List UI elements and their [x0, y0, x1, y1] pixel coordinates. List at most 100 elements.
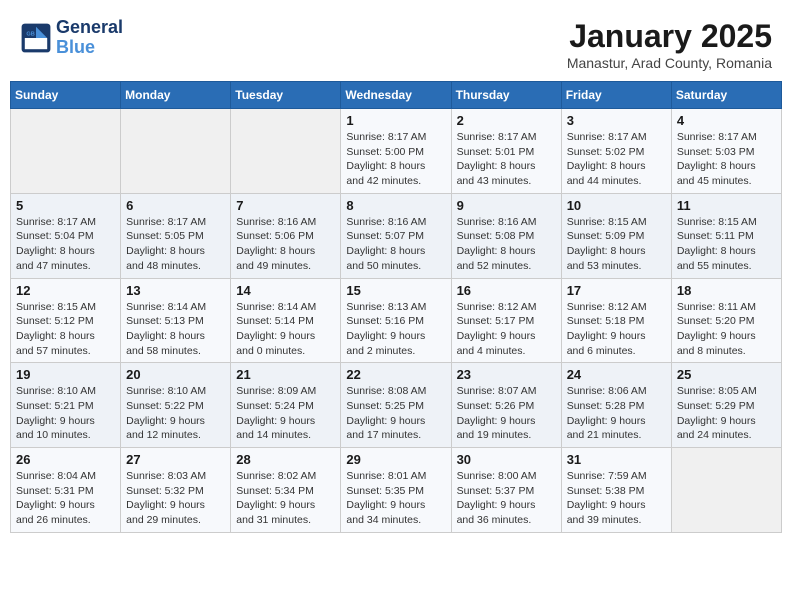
calendar-cell: 20 Sunrise: 8:10 AM Sunset: 5:22 PM Dayli… — [121, 363, 231, 448]
day-number: 24 — [567, 367, 666, 382]
day-info: Sunrise: 8:12 AM Sunset: 5:17 PM Dayligh… — [457, 300, 556, 359]
calendar-cell: 12 Sunrise: 8:15 AM Sunset: 5:12 PM Dayli… — [11, 278, 121, 363]
day-number: 2 — [457, 113, 556, 128]
day-number: 22 — [346, 367, 445, 382]
day-number: 12 — [16, 283, 115, 298]
calendar-cell: 17 Sunrise: 8:12 AM Sunset: 5:18 PM Dayli… — [561, 278, 671, 363]
calendar-cell: 15 Sunrise: 8:13 AM Sunset: 5:16 PM Dayli… — [341, 278, 451, 363]
day-number: 26 — [16, 452, 115, 467]
day-number: 14 — [236, 283, 335, 298]
day-number: 4 — [677, 113, 776, 128]
calendar-cell: 7 Sunrise: 8:16 AM Sunset: 5:06 PM Daylig… — [231, 193, 341, 278]
calendar-cell: 2 Sunrise: 8:17 AM Sunset: 5:01 PM Daylig… — [451, 109, 561, 194]
page-header: GB GeneralBlue January 2025 Manastur, Ar… — [10, 10, 782, 75]
day-number: 17 — [567, 283, 666, 298]
day-info: Sunrise: 8:17 AM Sunset: 5:03 PM Dayligh… — [677, 130, 776, 189]
day-info: Sunrise: 8:14 AM Sunset: 5:13 PM Dayligh… — [126, 300, 225, 359]
calendar-cell: 23 Sunrise: 8:07 AM Sunset: 5:26 PM Dayli… — [451, 363, 561, 448]
calendar-header: SundayMondayTuesdayWednesdayThursdayFrid… — [11, 82, 782, 109]
day-number: 29 — [346, 452, 445, 467]
calendar-cell — [231, 109, 341, 194]
calendar-cell: 3Sunrise: 8:17 AM Sunset: 5:02 PM Daylig… — [561, 109, 671, 194]
day-info: Sunrise: 8:04 AM Sunset: 5:31 PM Dayligh… — [16, 469, 115, 528]
calendar-table: SundayMondayTuesdayWednesdayThursdayFrid… — [10, 81, 782, 533]
calendar-cell: 16 Sunrise: 8:12 AM Sunset: 5:17 PM Dayli… — [451, 278, 561, 363]
day-info: Sunrise: 8:09 AM Sunset: 5:24 PM Dayligh… — [236, 384, 335, 443]
logo-text: GeneralBlue — [56, 18, 123, 58]
subtitle: Manastur, Arad County, Romania — [567, 55, 772, 71]
weekday-header-saturday: Saturday — [671, 82, 781, 109]
calendar-cell: 21 Sunrise: 8:09 AM Sunset: 5:24 PM Dayli… — [231, 363, 341, 448]
day-number: 10 — [567, 198, 666, 213]
day-number: 28 — [236, 452, 335, 467]
day-info: Sunrise: 8:00 AM Sunset: 5:37 PM Dayligh… — [457, 469, 556, 528]
day-number: 8 — [346, 198, 445, 213]
day-info: Sunrise: 8:17 AM Sunset: 5:00 PM Dayligh… — [346, 130, 445, 189]
calendar-cell: 25Sunrise: 8:05 AM Sunset: 5:29 PM Dayli… — [671, 363, 781, 448]
day-info: Sunrise: 8:11 AM Sunset: 5:20 PM Dayligh… — [677, 300, 776, 359]
day-info: Sunrise: 8:07 AM Sunset: 5:26 PM Dayligh… — [457, 384, 556, 443]
calendar-cell: 31 Sunrise: 7:59 AM Sunset: 5:38 PM Dayli… — [561, 448, 671, 533]
calendar-cell: 24Sunrise: 8:06 AM Sunset: 5:28 PM Dayli… — [561, 363, 671, 448]
day-info: Sunrise: 8:17 AM Sunset: 5:01 PM Dayligh… — [457, 130, 556, 189]
day-info: Sunrise: 8:17 AM Sunset: 5:04 PM Dayligh… — [16, 215, 115, 274]
logo: GB GeneralBlue — [20, 18, 123, 58]
day-info: Sunrise: 8:10 AM Sunset: 5:21 PM Dayligh… — [16, 384, 115, 443]
day-number: 23 — [457, 367, 556, 382]
day-number: 16 — [457, 283, 556, 298]
logo-icon: GB — [20, 22, 52, 54]
day-info: Sunrise: 8:15 AM Sunset: 5:11 PM Dayligh… — [677, 215, 776, 274]
day-number: 13 — [126, 283, 225, 298]
calendar-cell — [11, 109, 121, 194]
day-info: Sunrise: 8:15 AM Sunset: 5:12 PM Dayligh… — [16, 300, 115, 359]
calendar-cell: 8 Sunrise: 8:16 AM Sunset: 5:07 PM Daylig… — [341, 193, 451, 278]
day-number: 31 — [567, 452, 666, 467]
calendar-cell: 11 Sunrise: 8:15 AM Sunset: 5:11 PM Dayli… — [671, 193, 781, 278]
calendar-cell: 18 Sunrise: 8:11 AM Sunset: 5:20 PM Dayli… — [671, 278, 781, 363]
calendar-cell — [671, 448, 781, 533]
weekday-header-monday: Monday — [121, 82, 231, 109]
calendar-cell: 22Sunrise: 8:08 AM Sunset: 5:25 PM Dayli… — [341, 363, 451, 448]
weekday-header-wednesday: Wednesday — [341, 82, 451, 109]
day-info: Sunrise: 8:17 AM Sunset: 5:05 PM Dayligh… — [126, 215, 225, 274]
weekday-header-sunday: Sunday — [11, 82, 121, 109]
calendar-cell: 26 Sunrise: 8:04 AM Sunset: 5:31 PM Dayli… — [11, 448, 121, 533]
calendar-cell: 13 Sunrise: 8:14 AM Sunset: 5:13 PM Dayli… — [121, 278, 231, 363]
day-number: 30 — [457, 452, 556, 467]
day-info: Sunrise: 7:59 AM Sunset: 5:38 PM Dayligh… — [567, 469, 666, 528]
day-info: Sunrise: 8:15 AM Sunset: 5:09 PM Dayligh… — [567, 215, 666, 274]
day-number: 19 — [16, 367, 115, 382]
day-number: 20 — [126, 367, 225, 382]
calendar-cell: 29 Sunrise: 8:01 AM Sunset: 5:35 PM Dayli… — [341, 448, 451, 533]
day-info: Sunrise: 8:13 AM Sunset: 5:16 PM Dayligh… — [346, 300, 445, 359]
calendar-cell: 6Sunrise: 8:17 AM Sunset: 5:05 PM Daylig… — [121, 193, 231, 278]
day-number: 15 — [346, 283, 445, 298]
day-info: Sunrise: 8:14 AM Sunset: 5:14 PM Dayligh… — [236, 300, 335, 359]
day-info: Sunrise: 8:16 AM Sunset: 5:08 PM Dayligh… — [457, 215, 556, 274]
month-title: January 2025 — [567, 18, 772, 55]
calendar-cell: 9Sunrise: 8:16 AM Sunset: 5:08 PM Daylig… — [451, 193, 561, 278]
day-info: Sunrise: 8:16 AM Sunset: 5:06 PM Dayligh… — [236, 215, 335, 274]
day-number: 21 — [236, 367, 335, 382]
weekday-header-tuesday: Tuesday — [231, 82, 341, 109]
calendar-cell: 4 Sunrise: 8:17 AM Sunset: 5:03 PM Daylig… — [671, 109, 781, 194]
day-info: Sunrise: 8:05 AM Sunset: 5:29 PM Dayligh… — [677, 384, 776, 443]
day-info: Sunrise: 8:16 AM Sunset: 5:07 PM Dayligh… — [346, 215, 445, 274]
day-info: Sunrise: 8:02 AM Sunset: 5:34 PM Dayligh… — [236, 469, 335, 528]
calendar-cell: 27Sunrise: 8:03 AM Sunset: 5:32 PM Dayli… — [121, 448, 231, 533]
title-block: January 2025 Manastur, Arad County, Roma… — [567, 18, 772, 71]
day-info: Sunrise: 8:10 AM Sunset: 5:22 PM Dayligh… — [126, 384, 225, 443]
day-info: Sunrise: 8:01 AM Sunset: 5:35 PM Dayligh… — [346, 469, 445, 528]
day-info: Sunrise: 8:12 AM Sunset: 5:18 PM Dayligh… — [567, 300, 666, 359]
calendar-cell: 5 Sunrise: 8:17 AM Sunset: 5:04 PM Daylig… — [11, 193, 121, 278]
day-info: Sunrise: 8:03 AM Sunset: 5:32 PM Dayligh… — [126, 469, 225, 528]
calendar-cell: 10 Sunrise: 8:15 AM Sunset: 5:09 PM Dayli… — [561, 193, 671, 278]
calendar-cell: 19 Sunrise: 8:10 AM Sunset: 5:21 PM Dayli… — [11, 363, 121, 448]
day-number: 5 — [16, 198, 115, 213]
day-number: 7 — [236, 198, 335, 213]
day-number: 11 — [677, 198, 776, 213]
svg-text:GB: GB — [26, 31, 34, 37]
calendar-cell: 14 Sunrise: 8:14 AM Sunset: 5:14 PM Dayli… — [231, 278, 341, 363]
day-number: 18 — [677, 283, 776, 298]
calendar-cell: 1Sunrise: 8:17 AM Sunset: 5:00 PM Daylig… — [341, 109, 451, 194]
